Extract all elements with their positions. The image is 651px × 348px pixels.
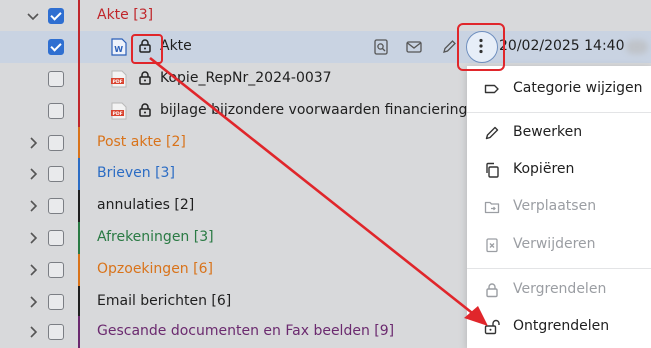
menu-item-bewerken[interactable]: Bewerken — [467, 118, 651, 148]
chevron-right-icon[interactable] — [26, 263, 40, 277]
menu-item-categorie-wijzigen[interactable]: Categorie wijzigen — [467, 74, 651, 104]
category-color-bar — [78, 31, 80, 63]
category-color-bar — [78, 158, 80, 190]
tag-icon — [484, 84, 499, 94]
category-row-akte[interactable]: Akte [3] — [0, 0, 651, 32]
svg-text:W: W — [114, 45, 123, 54]
folder-move-icon — [484, 201, 500, 214]
category-checkbox[interactable] — [48, 324, 64, 340]
category-color-bar — [78, 190, 80, 222]
menu-item-label: Verwijderen — [513, 236, 596, 252]
file-checkbox[interactable] — [48, 71, 64, 87]
menu-item-vergrendelen: Vergrendelen — [467, 275, 651, 305]
menu-item-label: Bewerken — [513, 124, 583, 140]
file-name[interactable]: bijlage bijzondere voorwaarden financier… — [160, 102, 483, 118]
category-checkbox[interactable] — [48, 230, 64, 246]
context-menu: Categorie wijzigen Bewerken Kopiëren Ver… — [467, 66, 651, 348]
category-checkbox[interactable] — [48, 8, 64, 24]
lock-icon — [139, 103, 151, 117]
category-color-bar — [78, 286, 80, 318]
unlock-icon — [484, 319, 500, 335]
menu-item-verplaatsen: Verplaatsen — [467, 192, 651, 222]
file-checkbox[interactable] — [48, 103, 64, 119]
menu-item-label: Verplaatsen — [513, 198, 597, 214]
file-name[interactable]: Akte — [160, 38, 192, 54]
category-color-bar — [78, 316, 80, 348]
category-checkbox[interactable] — [48, 166, 64, 182]
category-label: Akte [3] — [97, 7, 154, 23]
menu-item-label: Vergrendelen — [513, 281, 607, 297]
pencil-icon[interactable] — [441, 39, 457, 55]
category-color-bar — [78, 0, 80, 32]
category-label: Brieven [3] — [97, 165, 175, 181]
menu-item-label: Categorie wijzigen — [513, 80, 643, 96]
chevron-down-icon[interactable] — [26, 9, 40, 23]
pdf-icon: PDF — [111, 70, 127, 88]
menu-item-verwijderen: Verwijderen — [467, 230, 651, 260]
file-date: 20/02/2025 14:40 — [499, 38, 625, 54]
category-label: Afrekeningen [3] — [97, 229, 214, 245]
copy-icon — [486, 162, 499, 178]
category-checkbox[interactable] — [48, 198, 64, 214]
menu-item-kopieren[interactable]: Kopiëren — [467, 155, 651, 185]
chevron-right-icon[interactable] — [26, 295, 40, 309]
menu-item-label: Kopiëren — [513, 161, 575, 177]
category-label: Email berichten [6] — [97, 293, 232, 309]
category-label: Post akte [2] — [97, 134, 186, 150]
delete-icon — [486, 238, 498, 253]
menu-divider — [467, 112, 651, 113]
pdf-icon: PDF — [111, 102, 127, 120]
file-name[interactable]: Kopie_RepNr_2024-0037 — [160, 70, 332, 86]
svg-text:PDF: PDF — [113, 111, 123, 117]
category-color-bar — [78, 63, 80, 95]
category-color-bar — [78, 95, 80, 127]
category-label: Gescande documenten en Fax beelden [9] — [97, 323, 395, 339]
redacted-value — [626, 40, 648, 54]
file-checkbox[interactable] — [48, 39, 64, 55]
chevron-right-icon[interactable] — [26, 199, 40, 213]
preview-icon[interactable] — [373, 39, 389, 55]
category-label: Opzoekingen [6] — [97, 261, 213, 277]
chevron-right-icon[interactable] — [26, 231, 40, 245]
lock-icon — [139, 71, 151, 85]
chevron-right-icon[interactable] — [26, 136, 40, 150]
file-row-akte[interactable]: W Akte 20/02/2025 14:40 — [0, 31, 651, 63]
chevron-right-icon[interactable] — [26, 325, 40, 339]
menu-item-label: Ontgrendelen — [513, 318, 610, 334]
category-checkbox[interactable] — [48, 294, 64, 310]
chevron-right-icon[interactable] — [26, 167, 40, 181]
highlight-lock-icon — [131, 34, 163, 64]
pencil-icon — [485, 126, 499, 140]
category-checkbox[interactable] — [48, 135, 64, 151]
word-doc-icon: W — [111, 38, 127, 56]
menu-divider — [467, 268, 651, 269]
svg-text:PDF: PDF — [113, 79, 123, 85]
category-color-bar — [78, 222, 80, 254]
menu-item-ontgrendelen[interactable]: Ontgrendelen — [467, 312, 651, 342]
category-checkbox[interactable] — [48, 262, 64, 278]
highlight-more-actions-button — [457, 23, 505, 71]
category-color-bar — [78, 127, 80, 159]
category-label: annulaties [2] — [97, 197, 195, 213]
lock-icon — [486, 283, 498, 298]
category-color-bar — [78, 254, 80, 286]
mail-icon[interactable] — [406, 39, 422, 55]
